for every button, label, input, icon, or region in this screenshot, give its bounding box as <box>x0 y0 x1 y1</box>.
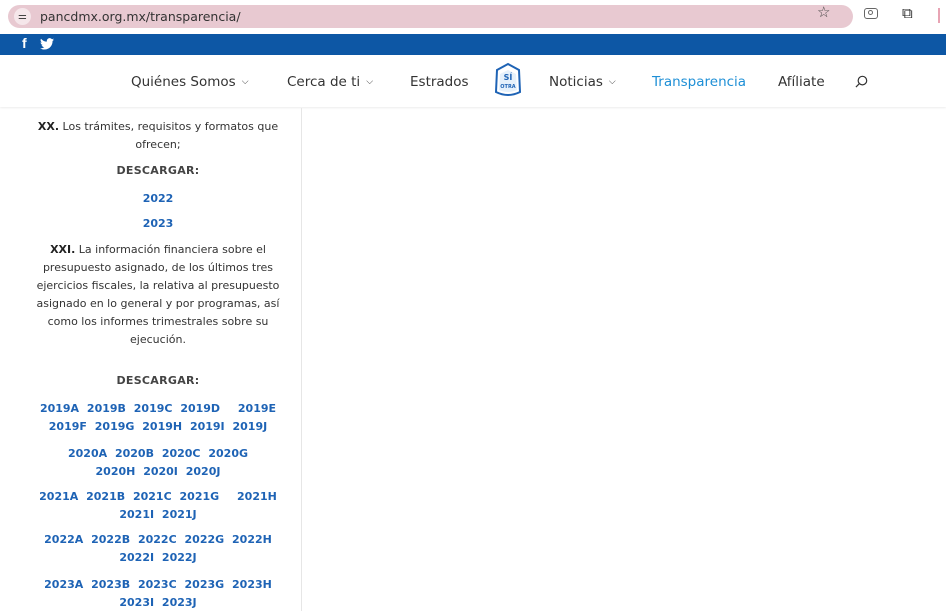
download-2022-link[interactable]: 2022 <box>23 192 293 205</box>
link-2020G[interactable]: 2020G <box>208 447 248 460</box>
logo-graphic: SÍ OTRA <box>494 62 522 96</box>
link-2020J[interactable]: 2020J <box>186 465 221 478</box>
link-2019H[interactable]: 2019H <box>142 420 182 433</box>
link-2023A[interactable]: 2023A <box>44 578 83 591</box>
link-2019G[interactable]: 2019G <box>95 420 135 433</box>
link-2022C[interactable]: 2022C <box>138 533 177 546</box>
browser-toolbar: ⚌ pancdmx.org.mx/transparencia/ ☆ ⧉ <box>0 0 946 34</box>
facebook-icon[interactable]: f <box>22 35 27 51</box>
link-2021J[interactable]: 2021J <box>162 508 197 521</box>
quarter-group-2020: 2020A 2020B 2020C 2020G 2020H 2020I 2020… <box>23 445 293 481</box>
link-2022A[interactable]: 2022A <box>44 533 83 546</box>
link-2020B[interactable]: 2020B <box>115 447 154 460</box>
item-xxi-number: XXI. <box>50 243 76 256</box>
nav-transparencia[interactable]: Transparencia <box>652 74 746 90</box>
link-row: 2021A 2021B 2021C 2021G 2021H <box>23 488 293 506</box>
item-xx-text: XX. Los trámites, requisitos y formatos … <box>27 118 289 154</box>
item-xxi-description: La información financiera sobre el presu… <box>36 243 280 346</box>
nav-label: Afíliate <box>778 74 825 90</box>
link-2020H[interactable]: 2020H <box>96 465 136 478</box>
link-row: 2019F 2019G 2019H 2019I 2019J <box>23 418 293 436</box>
party-logo[interactable]: SÍ OTRA <box>493 62 523 98</box>
link-row: 2022A 2022B 2022C 2022G 2022H <box>23 531 293 549</box>
download-heading: DESCARGAR: <box>116 164 200 177</box>
link-2019A[interactable]: 2019A <box>40 402 79 415</box>
nav-label: Cerca de ti <box>287 74 361 90</box>
link-2021G[interactable]: 2021G <box>180 490 220 503</box>
nav-label: Noticias <box>549 74 603 90</box>
link-2019B[interactable]: 2019B <box>87 402 126 415</box>
logo-text-otra: OTRA <box>500 84 516 90</box>
social-bar: f <box>0 34 946 55</box>
quarter-group-2019: 2019A 2019B 2019C 2019D 2019E 2019F 2019… <box>23 400 293 436</box>
nav-afiliate[interactable]: Afíliate <box>778 74 825 90</box>
link-2023J[interactable]: 2023J <box>162 596 197 609</box>
chevron-down-icon: ⌵ <box>366 77 374 87</box>
link-2022I[interactable]: 2022I <box>119 551 154 564</box>
link-2020A[interactable]: 2020A <box>68 447 107 460</box>
link-row: 2023A 2023B 2023C 2023G 2023H <box>23 576 293 594</box>
link-2022B[interactable]: 2022B <box>91 533 130 546</box>
nav-label: Transparencia <box>652 74 747 90</box>
item-xx-number: XX. <box>37 120 60 133</box>
item-xxi-text: XXI. La información financiera sobre el … <box>27 241 289 349</box>
link-2022G[interactable]: 2022G <box>185 533 225 546</box>
nav-label: Estrados <box>410 74 469 90</box>
link-2020C[interactable]: 2020C <box>162 447 201 460</box>
link-2021I[interactable]: 2021I <box>119 508 154 521</box>
link-row: 2019A 2019B 2019C 2019D 2019E <box>23 400 293 418</box>
site-settings-icon[interactable]: ⚌ <box>14 8 31 25</box>
download-2023-link[interactable]: 2023 <box>23 217 293 230</box>
link-row: 2022I 2022J <box>23 549 293 567</box>
link-2019J[interactable]: 2019J <box>233 420 268 433</box>
extensions-icon[interactable]: ⧉ <box>902 4 913 22</box>
link-2023C[interactable]: 2023C <box>138 578 177 591</box>
link-2019F[interactable]: 2019F <box>49 420 87 433</box>
link-row: 2020A 2020B 2020C 2020G <box>23 445 293 463</box>
twitter-icon[interactable] <box>40 38 54 50</box>
sidebar: XX. Los trámites, requisitos y formatos … <box>23 108 302 611</box>
address-bar[interactable]: ⚌ pancdmx.org.mx/transparencia/ <box>8 5 853 28</box>
link-2019D[interactable]: 2019D <box>180 402 220 415</box>
link-2021B[interactable]: 2021B <box>86 490 125 503</box>
main-nav: Quiénes Somos ⌵ Cerca de ti ⌵ Estrados SÍ … <box>0 55 946 107</box>
link-2023I[interactable]: 2023I <box>119 596 154 609</box>
nav-quienes-somos[interactable]: Quiénes Somos ⌵ <box>131 74 249 90</box>
link-2020I[interactable]: 2020I <box>143 465 178 478</box>
chevron-down-icon: ⌵ <box>608 77 616 87</box>
link-2019I[interactable]: 2019I <box>190 420 225 433</box>
chevron-down-icon: ⌵ <box>241 77 249 87</box>
download-heading: DESCARGAR: <box>116 374 200 387</box>
link-2019E[interactable]: 2019E <box>238 402 276 415</box>
url-text[interactable]: pancdmx.org.mx/transparencia/ <box>40 9 241 24</box>
nav-label: Quiénes Somos <box>131 74 236 90</box>
logo-text-si: SÍ <box>504 71 513 82</box>
link-2023H[interactable]: 2023H <box>232 578 272 591</box>
link-2023B[interactable]: 2023B <box>91 578 130 591</box>
link-2022J[interactable]: 2022J <box>162 551 197 564</box>
link-2021C[interactable]: 2021C <box>133 490 172 503</box>
search-icon[interactable] <box>855 75 868 88</box>
link-2022H[interactable]: 2022H <box>232 533 272 546</box>
quarter-group-2023: 2023A 2023B 2023C 2023G 2023H 2023I 2023… <box>23 576 293 612</box>
link-2023G[interactable]: 2023G <box>185 578 225 591</box>
camera-icon[interactable] <box>864 8 878 19</box>
divider <box>938 8 940 23</box>
link-2021H[interactable]: 2021H <box>237 490 277 503</box>
link-2021A[interactable]: 2021A <box>39 490 78 503</box>
link-2019C[interactable]: 2019C <box>134 402 173 415</box>
item-xx-description: Los trámites, requisitos y formatos que … <box>59 120 279 151</box>
quarter-group-2021: 2021A 2021B 2021C 2021G 2021H 2021I 2021… <box>23 488 293 524</box>
quarter-group-2022: 2022A 2022B 2022C 2022G 2022H 2022I 2022… <box>23 531 293 567</box>
nav-estrados[interactable]: Estrados <box>410 74 469 90</box>
nav-cerca-de-ti[interactable]: Cerca de ti ⌵ <box>287 74 373 90</box>
link-row: 2023I 2023J <box>23 594 293 612</box>
link-row: 2020H 2020I 2020J <box>23 463 293 481</box>
star-icon[interactable]: ☆ <box>817 3 830 21</box>
link-row: 2021I 2021J <box>23 506 293 524</box>
nav-noticias[interactable]: Noticias ⌵ <box>549 74 616 90</box>
